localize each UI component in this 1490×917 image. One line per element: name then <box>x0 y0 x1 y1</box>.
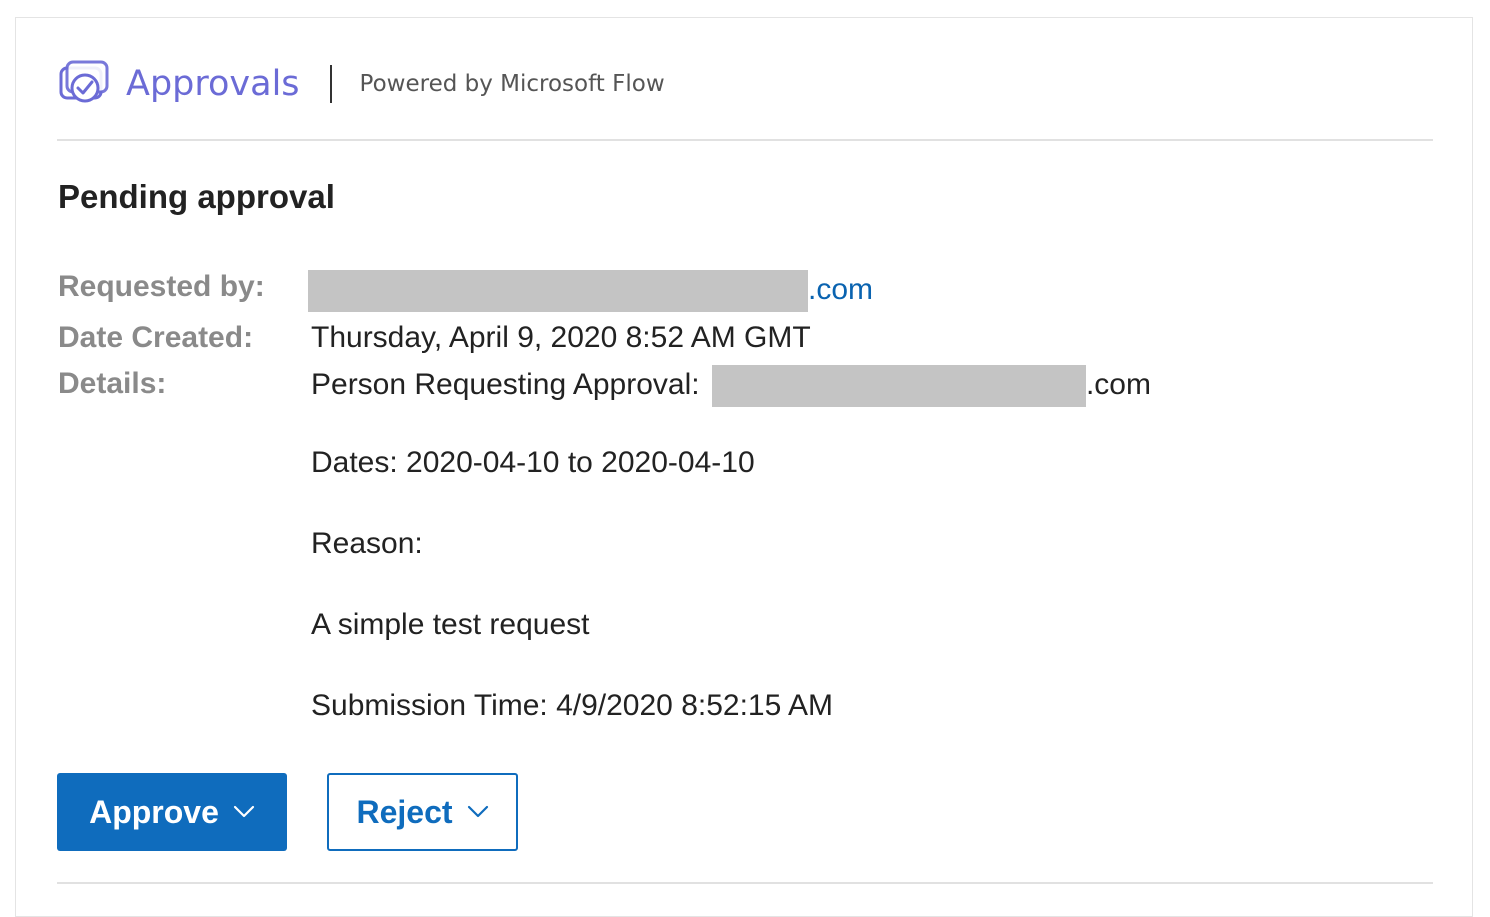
chevron-down-icon <box>467 805 488 818</box>
app-name: Approvals <box>126 64 300 104</box>
approve-button-label: Approve <box>89 793 219 830</box>
details-reason-label: Reason: <box>311 527 423 560</box>
page-title: Pending approval <box>58 178 335 215</box>
date-created-label: Date Created: <box>58 321 254 354</box>
person-label: Person Requesting Approval: <box>311 367 700 401</box>
details-submission-time: Submission Time: 4/9/2020 8:52:15 AM <box>311 689 833 722</box>
reject-button-label: Reject <box>356 793 453 830</box>
header-rule <box>57 139 1433 141</box>
powered-by-text: Powered by Microsoft Flow <box>359 71 665 97</box>
reject-button[interactable]: Reject <box>327 773 518 851</box>
redacted-block <box>308 270 808 312</box>
header-divider <box>329 65 332 103</box>
requested-by-value[interactable]: .com <box>308 270 873 312</box>
requested-by-link[interactable]: .com <box>808 273 873 306</box>
footer-rule <box>57 882 1433 884</box>
app-header: Approvals Powered by Microsoft Flow <box>58 58 665 110</box>
details-dates: Dates: 2020-04-10 to 2020-04-10 <box>311 446 755 479</box>
details-label: Details: <box>58 367 167 400</box>
approvals-check-icon <box>59 60 109 103</box>
redacted-block <box>711 365 1086 407</box>
date-created-value: Thursday, April 9, 2020 8:52 AM GMT <box>311 321 811 354</box>
details-person: Person Requesting Approval: .com <box>311 365 1151 407</box>
approve-button[interactable]: Approve <box>57 773 287 851</box>
requested-by-label: Requested by: <box>58 270 265 303</box>
details-reason-text: A simple test request <box>311 608 590 641</box>
person-suffix: .com <box>1085 367 1151 401</box>
chevron-down-icon <box>233 805 254 818</box>
